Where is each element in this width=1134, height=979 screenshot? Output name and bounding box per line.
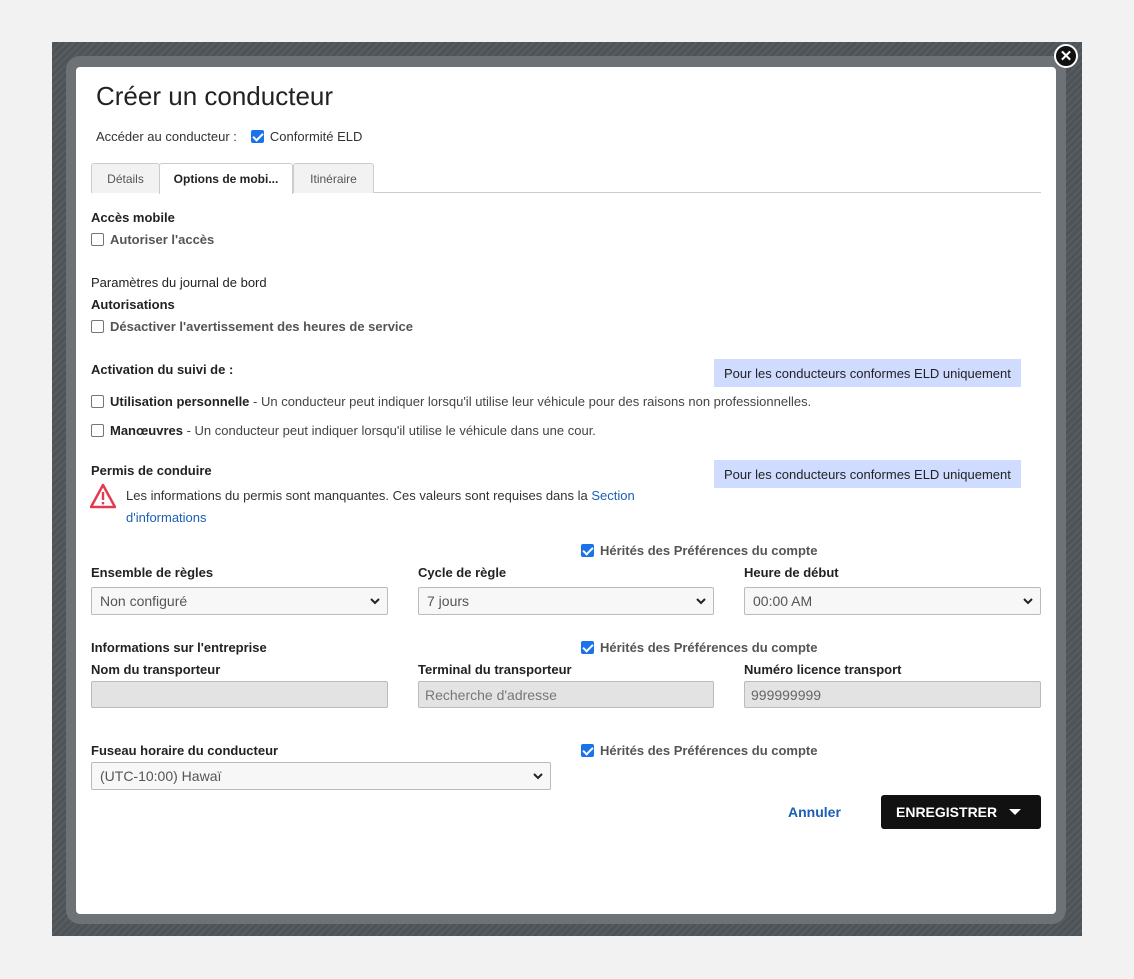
close-icon[interactable]: ✕	[1054, 44, 1078, 68]
driver-access-row: Accéder au conducteur : Conformité ELD	[96, 129, 362, 144]
license-eld-only-badge: Pour les conducteurs conformes ELD uniqu…	[714, 460, 1021, 488]
rules-inherit-row: Hérités des Préférences du compte	[581, 543, 817, 558]
mobile-access-heading: Accès mobile	[91, 210, 175, 225]
dialog-title: Créer un conducteur	[96, 81, 334, 111]
allow-access-checkbox[interactable]	[91, 233, 104, 246]
modal-overlay: Créer un conducteur Accéder au conducteu…	[52, 42, 1082, 936]
tab-itinerary[interactable]: Itinéraire	[293, 163, 374, 193]
carrier-name-input[interactable]	[91, 681, 388, 708]
timezone-inherit-row: Hérités des Préférences du compte	[581, 743, 817, 758]
save-button[interactable]: ENREGISTRER	[881, 795, 1041, 829]
caret-down-icon[interactable]	[1009, 809, 1022, 815]
timezone-inherit-label: Hérités des Préférences du compte	[600, 743, 818, 758]
permissions-heading: Autorisations	[91, 297, 175, 312]
disable-hos-warning-label: Désactiver l'avertissement des heures de…	[110, 319, 413, 334]
yard-moves-desc: - Un conducteur peut indiquer lorsqu'il …	[182, 423, 596, 438]
carrier-name-label: Nom du transporteur	[91, 662, 221, 677]
tab-details[interactable]: Détails	[91, 163, 160, 193]
yard-moves-label: Manœuvres	[110, 423, 183, 438]
modal-frame: Créer un conducteur Accéder au conducteu…	[66, 56, 1066, 924]
access-label: Accéder au conducteur :	[96, 129, 237, 144]
chevron-down-icon	[696, 598, 706, 605]
cycle-label: Cycle de règle	[418, 565, 507, 580]
eld-compliance-label: Conformité ELD	[269, 129, 363, 144]
chevron-down-icon	[1023, 598, 1033, 605]
tab-mobile-options[interactable]: Options de mobi...	[159, 163, 293, 194]
license-heading: Permis de conduire	[91, 463, 212, 478]
personal-use-checkbox[interactable]	[91, 395, 104, 408]
logbook-settings-heading: Paramètres du journal de bord	[91, 275, 267, 290]
personal-use-row: Utilisation personnelle - Un conducteur …	[91, 394, 811, 409]
warning-icon	[89, 483, 117, 509]
transport-license-input[interactable]: 999999999	[744, 681, 1041, 708]
allow-access-row: Autoriser l'accès	[91, 232, 214, 247]
timezone-inherit-checkbox[interactable]	[581, 744, 594, 757]
chevron-down-icon	[533, 773, 543, 780]
tracking-heading: Activation du suivi de :	[91, 362, 234, 377]
warning-text: Les informations du permis sont manquant…	[126, 488, 592, 503]
ruleset-label: Ensemble de règles	[91, 565, 214, 580]
transport-license-label: Numéro licence transport	[744, 662, 902, 677]
yard-moves-checkbox[interactable]	[91, 424, 104, 437]
start-time-select[interactable]: 00:00 AM	[744, 587, 1041, 615]
carrier-terminal-label: Terminal du transporteur	[418, 662, 572, 677]
timezone-heading: Fuseau horaire du conducteur	[91, 743, 279, 758]
cycle-select[interactable]: 7 jours	[418, 587, 714, 615]
save-label: ENREGISTRER	[896, 804, 998, 820]
timezone-select[interactable]: (UTC-10:00) Hawaï	[91, 762, 551, 790]
carrier-terminal-input[interactable]: Recherche d'adresse	[418, 681, 714, 708]
company-info-heading: Informations sur l'entreprise	[91, 640, 267, 655]
license-warning: Les informations du permis sont manquant…	[89, 483, 690, 529]
disable-hos-warning-checkbox[interactable]	[91, 320, 104, 333]
company-inherit-checkbox[interactable]	[581, 641, 594, 654]
personal-use-label: Utilisation personnelle	[110, 394, 250, 409]
cancel-button[interactable]: Annuler	[788, 804, 841, 820]
company-inherit-row: Hérités des Préférences du compte	[581, 640, 817, 655]
yard-moves-row: Manœuvres - Un conducteur peut indiquer …	[91, 423, 596, 438]
chevron-down-icon	[370, 598, 380, 605]
ruleset-select[interactable]: Non configuré	[91, 587, 388, 615]
start-time-label: Heure de début	[744, 565, 839, 580]
disable-hos-warning-row: Désactiver l'avertissement des heures de…	[91, 319, 413, 334]
tab-bar: Détails Options de mobi... Itinéraire	[91, 163, 1041, 194]
create-driver-dialog: Créer un conducteur Accéder au conducteu…	[76, 67, 1056, 914]
rules-inherit-label: Hérités des Préférences du compte	[600, 543, 818, 558]
eld-only-badge: Pour les conducteurs conformes ELD uniqu…	[714, 359, 1021, 387]
company-inherit-label: Hérités des Préférences du compte	[600, 640, 818, 655]
allow-access-label: Autoriser l'accès	[110, 232, 215, 247]
eld-compliance-checkbox[interactable]	[250, 130, 264, 143]
personal-use-desc: - Un conducteur peut indiquer lorsqu'il …	[249, 394, 812, 409]
rules-inherit-checkbox[interactable]	[581, 544, 594, 557]
